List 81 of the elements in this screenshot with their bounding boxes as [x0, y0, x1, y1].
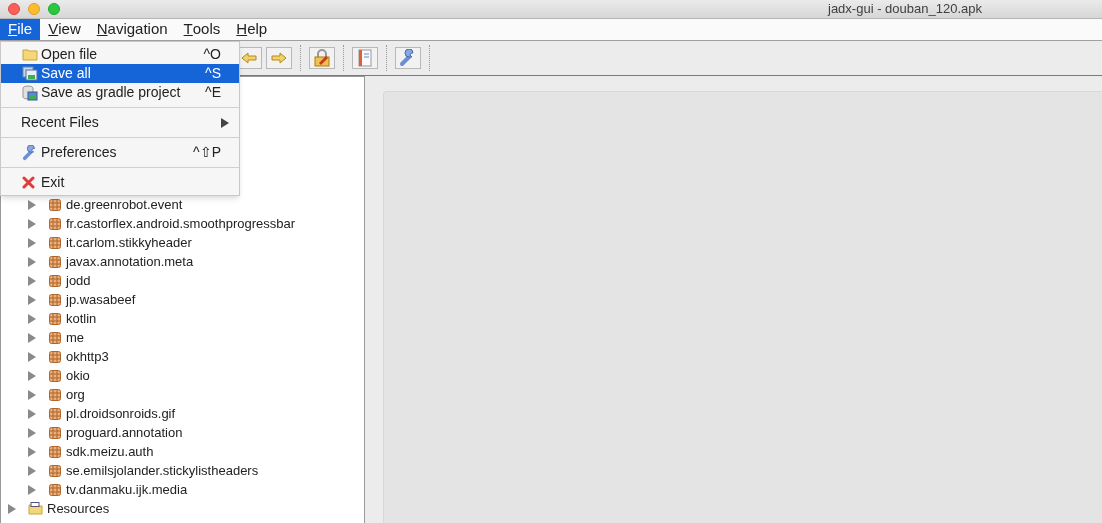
package-icon	[49, 274, 61, 287]
tree-item[interactable]: de.greenrobot.event	[66, 194, 183, 215]
package-icon	[49, 198, 61, 211]
folder-icon	[22, 48, 38, 61]
menu-bar-item[interactable]: File	[0, 19, 41, 40]
tree-item[interactable]: pl.droidsonroids.gif	[66, 403, 176, 424]
menu-item[interactable]: Save as gradle project ^E	[1, 83, 239, 102]
left-arrow-icon	[241, 52, 257, 64]
package-icon	[49, 312, 61, 325]
menu-item[interactable]: Exit	[1, 173, 239, 192]
window-title: jadx-gui - douban_120.apk	[828, 0, 982, 19]
package-icon	[49, 236, 61, 249]
log-button[interactable]	[352, 47, 378, 69]
tree-item[interactable]: me	[66, 327, 85, 348]
decompile-button[interactable]	[309, 47, 335, 69]
package-icon	[49, 407, 61, 420]
expand-arrow-icon[interactable]	[27, 389, 36, 400]
expand-arrow-icon[interactable]	[27, 370, 36, 381]
tree-item[interactable]: se.emilsjolander.stickylistheaders	[66, 460, 259, 481]
right-arrow-icon	[271, 52, 287, 64]
expand-arrow-icon[interactable]	[27, 446, 36, 457]
wrench-icon	[22, 144, 38, 161]
close-window-button[interactable]	[8, 3, 20, 15]
forward-button[interactable]	[266, 47, 292, 69]
menu-item[interactable]: Preferences ^⇧P	[1, 143, 239, 162]
package-icon	[49, 293, 61, 306]
expand-arrow-icon[interactable]	[27, 275, 36, 286]
minimize-window-button[interactable]	[28, 3, 40, 15]
floppy-stack-icon	[22, 66, 38, 81]
menu-item[interactable]: Recent Files	[1, 113, 239, 132]
expand-arrow-icon[interactable]	[27, 351, 36, 362]
menu-item[interactable]: Open file ^O	[1, 45, 239, 64]
package-icon	[49, 388, 61, 401]
package-icon	[49, 217, 61, 230]
wrench-icon	[399, 49, 417, 67]
expand-arrow-icon[interactable]	[27, 427, 36, 438]
expand-arrow-icon[interactable]	[27, 218, 36, 229]
zoom-window-button[interactable]	[48, 3, 60, 15]
submenu-arrow-icon	[221, 117, 229, 128]
tree-item[interactable]: javax.annotation.meta	[66, 251, 194, 272]
expand-arrow-icon[interactable]	[27, 332, 36, 343]
package-icon	[49, 483, 61, 496]
tree-item[interactable]: kotlin	[66, 308, 97, 329]
tree-item[interactable]: org	[66, 384, 85, 405]
expand-arrow-icon[interactable]	[27, 237, 36, 248]
package-icon	[49, 369, 61, 382]
tree-item[interactable]: jp.wasabeef	[66, 289, 136, 310]
tree-item[interactable]: proguard.annotation	[66, 422, 183, 443]
package-icon	[49, 464, 61, 477]
tree-item[interactable]: okhttp3	[66, 346, 109, 367]
folder-icon	[28, 502, 43, 515]
tree-item[interactable]: it.carlom.stikkyheader	[66, 232, 192, 253]
expand-arrow-icon[interactable]	[27, 313, 36, 324]
package-icon	[49, 350, 61, 363]
menu-bar-item[interactable]: Navigation	[88, 19, 176, 40]
expand-arrow-icon[interactable]	[27, 294, 36, 305]
close-icon	[22, 176, 35, 189]
tree-item[interactable]: tv.danmaku.ijk.media	[66, 479, 188, 500]
expand-arrow-icon[interactable]	[27, 465, 36, 476]
package-icon	[49, 255, 61, 268]
menu-bar-item[interactable]: Help	[228, 19, 276, 40]
notebook-icon	[358, 49, 372, 67]
preferences-button[interactable]	[395, 47, 421, 69]
expand-arrow-icon[interactable]	[7, 503, 16, 514]
tree-item[interactable]: okio	[66, 365, 90, 386]
expand-arrow-icon[interactable]	[27, 199, 36, 210]
expand-arrow-icon[interactable]	[27, 408, 36, 419]
package-icon	[49, 426, 61, 439]
tree-item[interactable]: Resources	[47, 498, 110, 519]
expand-arrow-icon[interactable]	[27, 256, 36, 267]
tree-item[interactable]: jodd	[66, 270, 91, 291]
package-icon	[49, 445, 61, 458]
tree-item[interactable]: fr.castorflex.android.smoothprogressbar	[66, 213, 296, 234]
lock-edit-icon	[313, 49, 331, 67]
package-icon	[49, 331, 61, 344]
expand-arrow-icon[interactable]	[27, 484, 36, 495]
menu-bar-item[interactable]: Tools	[175, 19, 229, 40]
menu-item[interactable]: Save all ^S	[1, 64, 239, 83]
menu-bar-item[interactable]: View	[40, 19, 89, 40]
tree-item[interactable]: sdk.meizu.auth	[66, 441, 154, 462]
database-floppy-icon	[22, 84, 38, 101]
